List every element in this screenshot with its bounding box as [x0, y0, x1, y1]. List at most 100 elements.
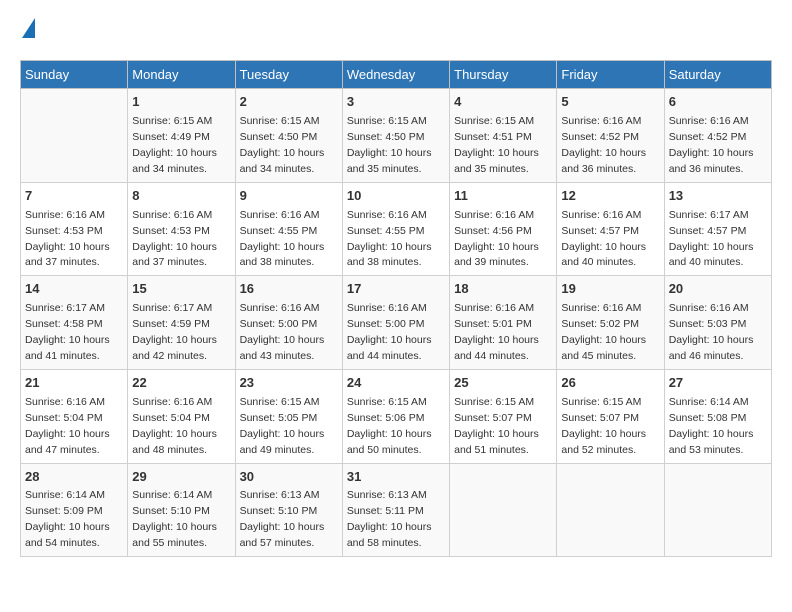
day-info: Sunrise: 6:16 AMSunset: 4:55 PMDaylight:… — [240, 209, 325, 269]
page-header — [20, 20, 772, 44]
day-cell: 19 Sunrise: 6:16 AMSunset: 5:02 PMDayligh… — [557, 276, 664, 370]
day-cell: 18 Sunrise: 6:16 AMSunset: 5:01 PMDayligh… — [450, 276, 557, 370]
date-number: 1 — [132, 93, 230, 112]
day-cell: 21 Sunrise: 6:16 AMSunset: 5:04 PMDayligh… — [21, 369, 128, 463]
day-cell: 20 Sunrise: 6:16 AMSunset: 5:03 PMDayligh… — [664, 276, 771, 370]
date-number: 21 — [25, 374, 123, 393]
date-number: 9 — [240, 187, 338, 206]
day-cell: 12 Sunrise: 6:16 AMSunset: 4:57 PMDayligh… — [557, 182, 664, 276]
day-info: Sunrise: 6:15 AMSunset: 5:07 PMDaylight:… — [454, 396, 539, 456]
day-info: Sunrise: 6:16 AMSunset: 4:53 PMDaylight:… — [132, 209, 217, 269]
col-wednesday: Wednesday — [342, 61, 449, 89]
date-number: 25 — [454, 374, 552, 393]
day-cell: 27 Sunrise: 6:14 AMSunset: 5:08 PMDayligh… — [664, 369, 771, 463]
date-number: 8 — [132, 187, 230, 206]
date-number: 27 — [669, 374, 767, 393]
date-number: 4 — [454, 93, 552, 112]
day-info: Sunrise: 6:17 AMSunset: 4:59 PMDaylight:… — [132, 302, 217, 362]
col-thursday: Thursday — [450, 61, 557, 89]
day-cell: 7Sunrise: 6:16 AMSunset: 4:53 PMDaylight… — [21, 182, 128, 276]
date-number: 11 — [454, 187, 552, 206]
date-number: 14 — [25, 280, 123, 299]
day-info: Sunrise: 6:16 AMSunset: 5:04 PMDaylight:… — [132, 396, 217, 456]
day-info: Sunrise: 6:16 AMSunset: 4:56 PMDaylight:… — [454, 209, 539, 269]
day-cell: 26 Sunrise: 6:15 AMSunset: 5:07 PMDayligh… — [557, 369, 664, 463]
col-sunday: Sunday — [21, 61, 128, 89]
day-info: Sunrise: 6:16 AMSunset: 5:04 PMDaylight:… — [25, 396, 110, 456]
day-cell: 2 Sunrise: 6:15 AMSunset: 4:50 PMDaylight… — [235, 89, 342, 183]
date-number: 29 — [132, 468, 230, 487]
day-cell: 5 Sunrise: 6:16 AMSunset: 4:52 PMDaylight… — [557, 89, 664, 183]
week-row-5: 28Sunrise: 6:14 AMSunset: 5:09 PMDayligh… — [21, 463, 772, 557]
day-cell: 25 Sunrise: 6:15 AMSunset: 5:07 PMDayligh… — [450, 369, 557, 463]
day-info: Sunrise: 6:14 AMSunset: 5:08 PMDaylight:… — [669, 396, 754, 456]
date-number: 15 — [132, 280, 230, 299]
date-number: 3 — [347, 93, 445, 112]
col-monday: Monday — [128, 61, 235, 89]
day-cell: 13 Sunrise: 6:17 AMSunset: 4:57 PMDayligh… — [664, 182, 771, 276]
day-cell: 22 Sunrise: 6:16 AMSunset: 5:04 PMDayligh… — [128, 369, 235, 463]
day-info: Sunrise: 6:13 AMSunset: 5:11 PMDaylight:… — [347, 489, 432, 549]
date-number: 5 — [561, 93, 659, 112]
date-number: 23 — [240, 374, 338, 393]
date-number: 6 — [669, 93, 767, 112]
day-info: Sunrise: 6:15 AMSunset: 5:07 PMDaylight:… — [561, 396, 646, 456]
date-number: 13 — [669, 187, 767, 206]
date-number: 31 — [347, 468, 445, 487]
week-row-3: 14 Sunrise: 6:17 AMSunset: 4:58 PMDayligh… — [21, 276, 772, 370]
date-number: 22 — [132, 374, 230, 393]
date-number: 24 — [347, 374, 445, 393]
day-cell: 28Sunrise: 6:14 AMSunset: 5:09 PMDayligh… — [21, 463, 128, 557]
day-info: Sunrise: 6:16 AMSunset: 5:01 PMDaylight:… — [454, 302, 539, 362]
header-row: Sunday Monday Tuesday Wednesday Thursday… — [21, 61, 772, 89]
day-cell: 4Sunrise: 6:15 AMSunset: 4:51 PMDaylight… — [450, 89, 557, 183]
day-cell: 9 Sunrise: 6:16 AMSunset: 4:55 PMDaylight… — [235, 182, 342, 276]
date-number: 12 — [561, 187, 659, 206]
day-info: Sunrise: 6:16 AMSunset: 4:52 PMDaylight:… — [561, 115, 646, 175]
day-info: Sunrise: 6:17 AMSunset: 4:57 PMDaylight:… — [669, 209, 754, 269]
date-number: 30 — [240, 468, 338, 487]
logo — [20, 20, 35, 44]
date-number: 17 — [347, 280, 445, 299]
day-info: Sunrise: 6:16 AMSunset: 4:52 PMDaylight:… — [669, 115, 754, 175]
logo-text — [20, 20, 35, 44]
day-cell: 31 Sunrise: 6:13 AMSunset: 5:11 PMDayligh… — [342, 463, 449, 557]
day-cell: 11 Sunrise: 6:16 AMSunset: 4:56 PMDayligh… — [450, 182, 557, 276]
day-info: Sunrise: 6:17 AMSunset: 4:58 PMDaylight:… — [25, 302, 110, 362]
day-info: Sunrise: 6:16 AMSunset: 5:00 PMDaylight:… — [240, 302, 325, 362]
day-info: Sunrise: 6:16 AMSunset: 4:53 PMDaylight:… — [25, 209, 110, 269]
day-cell: 1Sunrise: 6:15 AMSunset: 4:49 PMDaylight… — [128, 89, 235, 183]
day-info: Sunrise: 6:16 AMSunset: 5:00 PMDaylight:… — [347, 302, 432, 362]
day-info: Sunrise: 6:15 AMSunset: 4:50 PMDaylight:… — [240, 115, 325, 175]
day-cell: 30 Sunrise: 6:13 AMSunset: 5:10 PMDayligh… — [235, 463, 342, 557]
day-cell — [664, 463, 771, 557]
date-number: 20 — [669, 280, 767, 299]
day-info: Sunrise: 6:15 AMSunset: 5:05 PMDaylight:… — [240, 396, 325, 456]
date-number: 26 — [561, 374, 659, 393]
day-info: Sunrise: 6:16 AMSunset: 4:57 PMDaylight:… — [561, 209, 646, 269]
col-tuesday: Tuesday — [235, 61, 342, 89]
date-number: 28 — [25, 468, 123, 487]
date-number: 18 — [454, 280, 552, 299]
day-info: Sunrise: 6:16 AMSunset: 4:55 PMDaylight:… — [347, 209, 432, 269]
week-row-1: 1Sunrise: 6:15 AMSunset: 4:49 PMDaylight… — [21, 89, 772, 183]
day-info: Sunrise: 6:15 AMSunset: 5:06 PMDaylight:… — [347, 396, 432, 456]
day-info: Sunrise: 6:16 AMSunset: 5:03 PMDaylight:… — [669, 302, 754, 362]
date-number: 2 — [240, 93, 338, 112]
day-cell — [450, 463, 557, 557]
calendar-table: Sunday Monday Tuesday Wednesday Thursday… — [20, 60, 772, 557]
day-cell — [21, 89, 128, 183]
date-number: 19 — [561, 280, 659, 299]
day-cell: 24 Sunrise: 6:15 AMSunset: 5:06 PMDayligh… — [342, 369, 449, 463]
day-info: Sunrise: 6:13 AMSunset: 5:10 PMDaylight:… — [240, 489, 325, 549]
col-friday: Friday — [557, 61, 664, 89]
day-cell: 3Sunrise: 6:15 AMSunset: 4:50 PMDaylight… — [342, 89, 449, 183]
date-number: 16 — [240, 280, 338, 299]
date-number: 10 — [347, 187, 445, 206]
day-cell — [557, 463, 664, 557]
day-cell: 6 Sunrise: 6:16 AMSunset: 4:52 PMDaylight… — [664, 89, 771, 183]
day-cell: 23 Sunrise: 6:15 AMSunset: 5:05 PMDayligh… — [235, 369, 342, 463]
day-cell: 14 Sunrise: 6:17 AMSunset: 4:58 PMDayligh… — [21, 276, 128, 370]
week-row-2: 7Sunrise: 6:16 AMSunset: 4:53 PMDaylight… — [21, 182, 772, 276]
day-info: Sunrise: 6:16 AMSunset: 5:02 PMDaylight:… — [561, 302, 646, 362]
